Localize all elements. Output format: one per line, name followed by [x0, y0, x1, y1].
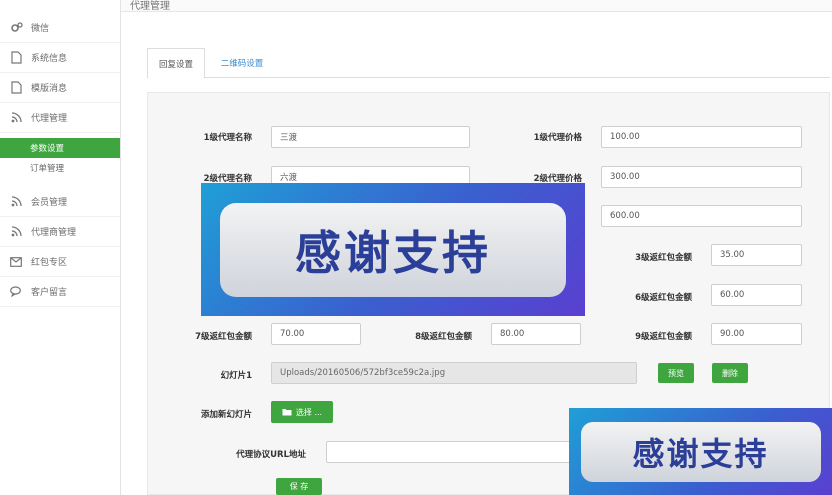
thanks-banner-large: 感谢支持 — [201, 183, 585, 316]
agent1-name-label: 1级代理名称 — [203, 133, 252, 143]
agent1-price-label: 1级代理价格 — [533, 133, 582, 143]
tab-qrcode-settings[interactable]: 二维码设置 — [213, 48, 271, 78]
sidebar-item-label: 客户留言 — [31, 288, 68, 298]
select-file-label: 选择 ... — [295, 407, 323, 417]
thanks-banner-small: 感谢支持 — [569, 408, 832, 495]
sidebar-subitem-label: 订单管理 — [30, 164, 65, 174]
tab-reply-settings[interactable]: 回复设置 — [147, 48, 205, 79]
rp3-label: 3级返红包金额 — [635, 253, 692, 263]
add-slide-label: 添加新幻灯片 — [200, 410, 252, 420]
sidebar-item-label: 会员管理 — [31, 198, 68, 208]
agent2-price-input[interactable]: 300.00 — [601, 166, 802, 188]
page-title: 代理管理 — [130, 1, 170, 12]
sidebar-item-wechat[interactable]: 微信 — [0, 13, 120, 43]
sidebar-item-label: 系统信息 — [31, 54, 68, 64]
tab-bar: 回复设置 二维码设置 — [147, 48, 830, 79]
save-button[interactable]: 保 存 — [276, 478, 322, 495]
rp8-label: 8级返红包金额 — [415, 332, 472, 342]
rss-icon — [9, 111, 23, 125]
sidebar-item-template-msg[interactable]: 模版消息 — [0, 73, 120, 103]
slide1-path-input: Uploads/20160506/572bf3ce59c2a.jpg — [271, 362, 637, 384]
sidebar-item-red-packet[interactable]: 红包专区 — [0, 247, 120, 277]
sidebar-item-system-info[interactable]: 系统信息 — [0, 43, 120, 73]
agent-url-label: 代理协议URL地址 — [236, 450, 306, 460]
select-file-button[interactable]: 选择 ... — [271, 401, 333, 423]
sidebar-item-agent-manage[interactable]: 代理管理 — [0, 103, 120, 133]
thanks-banner-card: 感谢支持 — [580, 421, 821, 482]
sidebar-item-member-manage[interactable]: 会员管理 — [0, 187, 120, 217]
folder-icon — [282, 408, 292, 416]
sidebar: 微信 系统信息 模版消息 代理管理 参数设置 订单管理 会员管理 代理商管理 红… — [0, 0, 121, 495]
tab-label: 二维码设置 — [220, 59, 264, 69]
sidebar-item-label: 代理商管理 — [31, 228, 77, 238]
slide1-label: 幻灯片1 — [220, 371, 252, 381]
sidebar-subitem-orders[interactable]: 订单管理 — [0, 158, 120, 178]
mail-icon — [9, 255, 23, 269]
rp7-input[interactable]: 70.00 — [271, 323, 361, 345]
agent3-price-input[interactable]: 600.00 — [601, 205, 802, 227]
sidebar-item-dealer-manage[interactable]: 代理商管理 — [0, 217, 120, 247]
top-strip — [121, 0, 832, 12]
tab-label: 回复设置 — [158, 59, 193, 70]
file-icon — [9, 81, 23, 95]
thanks-banner-text: 感谢支持 — [632, 434, 769, 473]
preview-button[interactable]: 预览 — [658, 363, 694, 383]
thanks-banner-text: 感谢支持 — [295, 225, 491, 280]
rp9-label: 9级返红包金额 — [635, 332, 692, 342]
delete-button[interactable]: 删除 — [712, 363, 748, 383]
sidebar-item-label: 红包专区 — [31, 258, 68, 268]
sidebar-item-label: 模版消息 — [31, 84, 68, 94]
gears-icon — [9, 21, 23, 35]
sidebar-item-messages[interactable]: 客户留言 — [0, 277, 120, 307]
rp7-label: 7级返红包金额 — [195, 332, 252, 342]
rss-icon — [9, 195, 23, 209]
rp9-input[interactable]: 90.00 — [711, 323, 802, 345]
rp3-input[interactable]: 35.00 — [711, 244, 802, 266]
agent1-name-input[interactable]: 三渡 — [271, 126, 470, 148]
rp6-label: 6级返红包金额 — [635, 293, 692, 303]
chat-icon — [9, 285, 23, 299]
sidebar-item-label: 微信 — [31, 24, 50, 34]
rss-icon — [9, 225, 23, 239]
sidebar-item-label: 代理管理 — [31, 114, 68, 124]
agent1-price-input[interactable]: 100.00 — [601, 126, 802, 148]
sidebar-subitem-params[interactable]: 参数设置 — [0, 138, 120, 158]
sidebar-subitem-label: 参数设置 — [30, 144, 65, 154]
file-icon — [9, 51, 23, 65]
rp8-input[interactable]: 80.00 — [491, 323, 581, 345]
rp6-input[interactable]: 60.00 — [711, 284, 802, 306]
thanks-banner-card: 感谢支持 — [220, 202, 566, 297]
